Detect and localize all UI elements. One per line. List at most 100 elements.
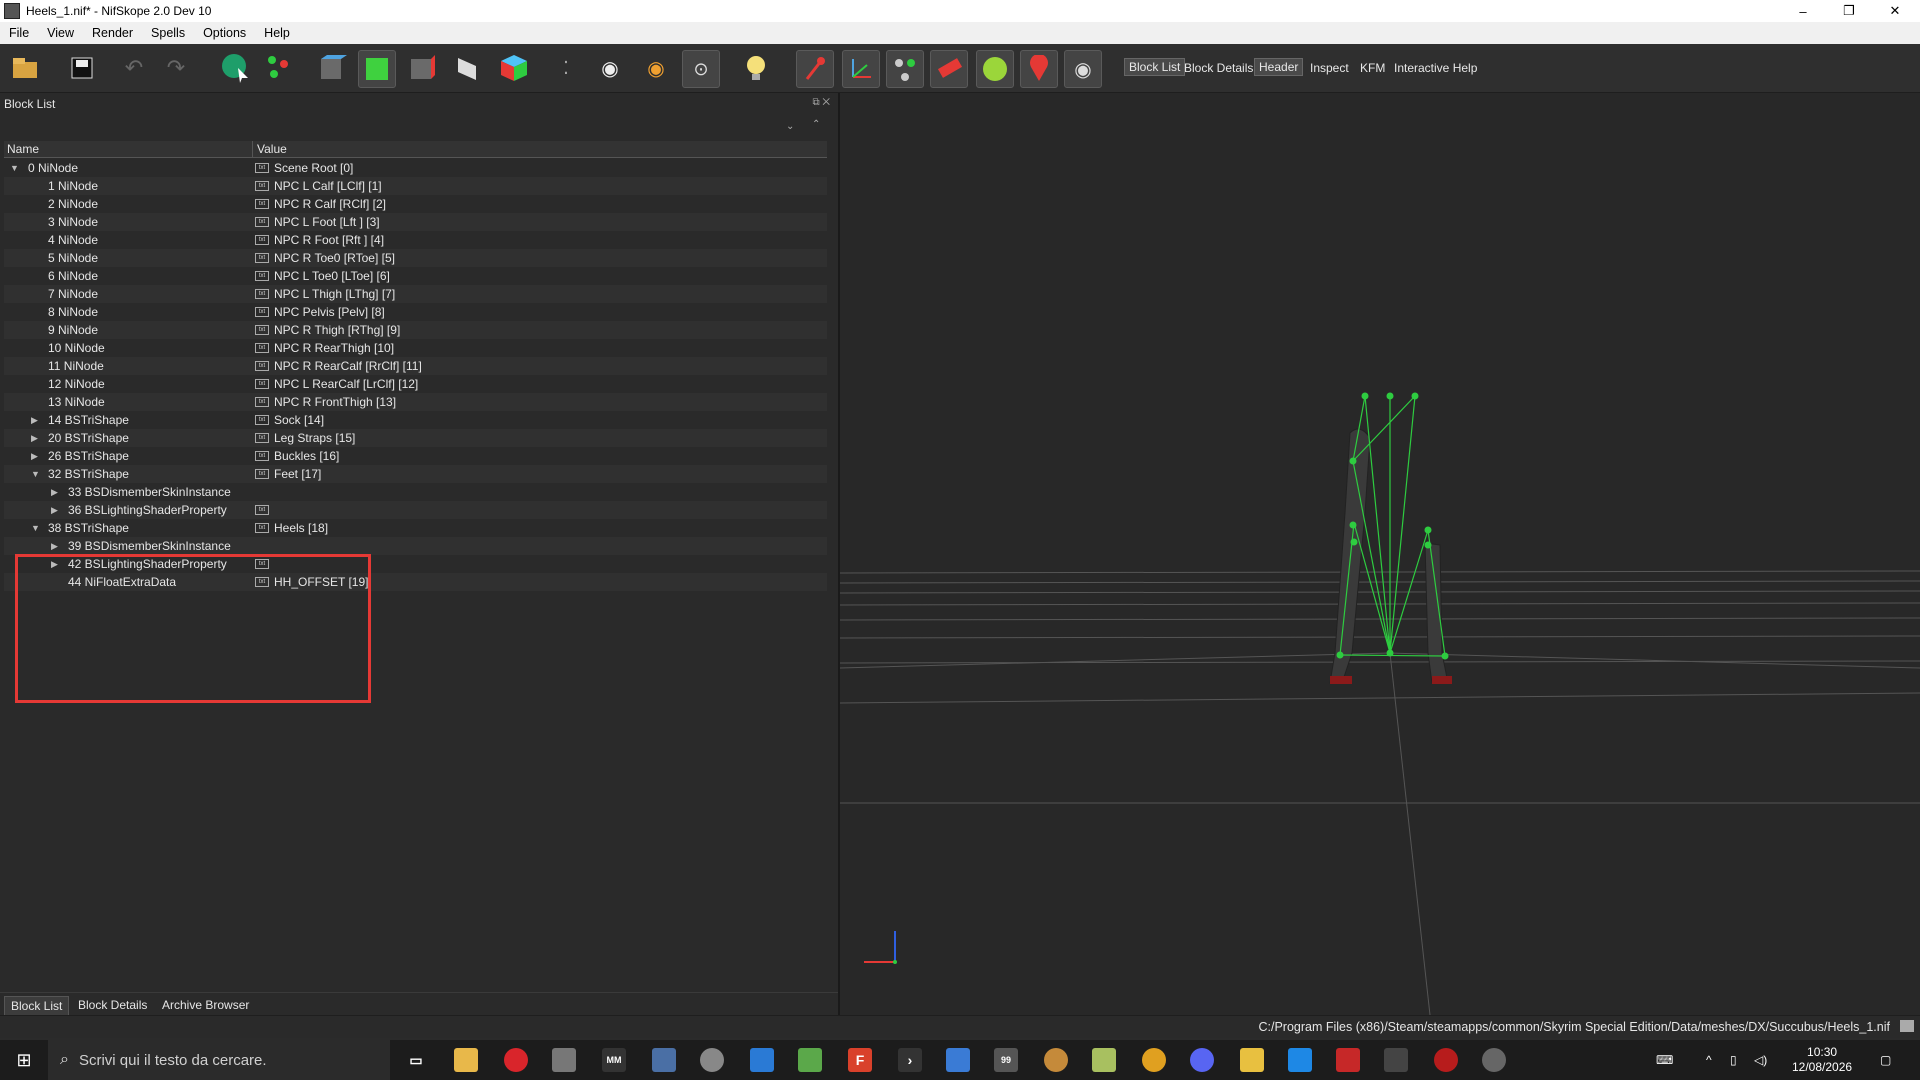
tree-row[interactable]: ▶ 39 BSDismemberSkinInstance	[4, 537, 827, 555]
select-vertex-icon[interactable]	[262, 50, 298, 86]
menu-spells[interactable]: Spells	[142, 26, 194, 40]
taskbar-search[interactable]: ⌕ Scrivi qui il testo da cercare.	[48, 1040, 390, 1080]
expander-icon[interactable]: ▶	[51, 537, 58, 555]
tree-row[interactable]: 1 NiNode txt NPC L Calf [LClf] [1]	[4, 177, 827, 195]
minimize-button[interactable]: –	[1780, 0, 1826, 22]
app-icon-99[interactable]: 99	[994, 1048, 1018, 1072]
app-icon-red[interactable]	[1336, 1048, 1360, 1072]
task-view-icon[interactable]: ▭	[404, 1048, 428, 1072]
expander-icon[interactable]: ▶	[31, 429, 38, 447]
view-side-icon[interactable]	[404, 50, 440, 86]
tree-row[interactable]: 7 NiNode txt NPC L Thigh [LThg] [7]	[4, 285, 827, 303]
app-icon-map[interactable]	[1092, 1048, 1116, 1072]
app-icon-mm[interactable]: MM	[602, 1048, 626, 1072]
undo-icon[interactable]: ↶	[116, 50, 152, 86]
screenshot-icon[interactable]: ⊙	[682, 50, 720, 88]
opera-icon[interactable]	[504, 1048, 528, 1072]
show-axes-icon[interactable]	[796, 50, 834, 88]
menu-file[interactable]: File	[0, 26, 38, 40]
tray-chevron-icon[interactable]: ^	[1706, 1040, 1712, 1080]
menu-render[interactable]: Render	[83, 26, 142, 40]
app-icon-gear[interactable]	[1482, 1048, 1506, 1072]
tree-row[interactable]: ▼ 38 BSTriShape txt Heels [18]	[4, 519, 827, 537]
lighting-icon[interactable]	[738, 50, 774, 86]
view-flip-icon[interactable]	[450, 50, 486, 86]
view-top-icon[interactable]	[314, 50, 350, 86]
expander-icon[interactable]: ▶	[51, 501, 58, 519]
show-hidden-icon[interactable]: ◉	[1064, 50, 1102, 88]
toolbar-tab-inspect[interactable]: Inspect	[1306, 60, 1353, 76]
app-icon-window[interactable]	[750, 1048, 774, 1072]
collapse-all-icon[interactable]: ⌄	[786, 121, 794, 132]
expander-icon[interactable]: ▼	[31, 465, 40, 483]
toolbar-tab-kfm[interactable]: KFM	[1356, 60, 1389, 76]
tree-row[interactable]: 4 NiNode txt NPC R Foot [Rft ] [4]	[4, 231, 827, 249]
notifications-icon[interactable]: ▢	[1880, 1040, 1891, 1080]
app-icon-f[interactable]: F	[848, 1048, 872, 1072]
render-viewport[interactable]	[840, 93, 1920, 1015]
tree-row[interactable]: 11 NiNode txt NPC R RearCalf [RrClf] [11]	[4, 357, 827, 375]
expander-icon[interactable]: ▶	[31, 447, 38, 465]
expander-icon[interactable]: ▶	[31, 411, 38, 429]
show-nodes-icon[interactable]	[886, 50, 924, 88]
close-button[interactable]: ✕	[1872, 0, 1918, 22]
expander-icon[interactable]: ▶	[51, 483, 58, 501]
column-name[interactable]: Name	[7, 142, 39, 156]
tree-row[interactable]: ▶ 33 BSDismemberSkinInstance	[4, 483, 827, 501]
clock[interactable]: 10:30 12/08/2026	[1792, 1040, 1852, 1080]
tree-row[interactable]: 5 NiNode txt NPC R Toe0 [RToe] [5]	[4, 249, 827, 267]
tree-row[interactable]: 3 NiNode txt NPC L Foot [Lft ] [3]	[4, 213, 827, 231]
tree-row[interactable]: ▶ 26 BSTriShape txt Buckles [16]	[4, 447, 827, 465]
hide-icon[interactable]: ◉	[638, 50, 674, 86]
tree-row[interactable]: 13 NiNode txt NPC R FrontThigh [13]	[4, 393, 827, 411]
toolbar-tab-block-details[interactable]: Block Details	[1180, 60, 1257, 76]
save-icon[interactable]	[64, 50, 100, 86]
show-markers-icon[interactable]	[1020, 50, 1058, 88]
tree-row[interactable]: ▶ 14 BSTriShape txt Sock [14]	[4, 411, 827, 429]
show-icon[interactable]: ◉	[592, 50, 628, 86]
tree-row[interactable]: ▼ 32 BSTriShape txt Feet [17]	[4, 465, 827, 483]
select-object-icon[interactable]	[218, 50, 254, 86]
tab-block-list[interactable]: Block List	[4, 996, 70, 1016]
app-icon-arrow[interactable]: ›	[898, 1048, 922, 1072]
tab-archive-browser[interactable]: Archive Browser	[156, 996, 255, 1014]
app-icon-ps[interactable]	[1288, 1048, 1312, 1072]
panel-float-close-icons[interactable]: ⧉ ✕	[812, 97, 830, 108]
expand-all-icon[interactable]: ⌃	[812, 119, 820, 130]
tree-row[interactable]: ▶ 20 BSTriShape txt Leg Straps [15]	[4, 429, 827, 447]
open-icon[interactable]	[8, 50, 44, 86]
app-icon-pen[interactable]	[652, 1048, 676, 1072]
network-icon[interactable]: ▯	[1730, 1040, 1737, 1080]
nifskope-icon[interactable]	[552, 1048, 576, 1072]
app-icon-grid[interactable]	[1384, 1048, 1408, 1072]
volume-icon[interactable]: ◁)	[1754, 1040, 1767, 1080]
chrome-icon[interactable]	[1142, 1048, 1166, 1072]
toolbar-tab-header[interactable]: Header	[1254, 58, 1304, 76]
expander-icon[interactable]: ▼	[31, 519, 40, 537]
walk-mode-icon[interactable]: ⁚	[548, 50, 584, 86]
tree-row[interactable]: 6 NiNode txt NPC L Toe0 [LToe] [6]	[4, 267, 827, 285]
app-icon-horse[interactable]	[1044, 1048, 1068, 1072]
keyboard-icon[interactable]: ⌨	[1656, 1040, 1673, 1080]
tree-row[interactable]: 8 NiNode txt NPC Pelvis [Pelv] [8]	[4, 303, 827, 321]
redo-icon[interactable]: ↷	[158, 50, 194, 86]
folder-icon[interactable]	[1240, 1048, 1264, 1072]
maximize-button[interactable]: ❐	[1826, 0, 1872, 22]
menu-view[interactable]: View	[38, 26, 83, 40]
tree-row[interactable]: ▼ 0 NiNode txt Scene Root [0]	[4, 159, 827, 177]
app-icon-circle[interactable]	[1434, 1048, 1458, 1072]
notepad-icon[interactable]	[798, 1048, 822, 1072]
file-explorer-icon[interactable]	[454, 1048, 478, 1072]
app-icon-blender[interactable]	[700, 1048, 724, 1072]
tree-row[interactable]: ▶ 36 BSLightingShaderProperty txt	[4, 501, 827, 519]
view-perspective-icon[interactable]	[496, 50, 532, 86]
tree-row[interactable]: 2 NiNode txt NPC R Calf [RClf] [2]	[4, 195, 827, 213]
discord-icon[interactable]	[1190, 1048, 1214, 1072]
resize-grip-icon[interactable]	[1900, 1020, 1914, 1032]
expander-icon[interactable]: ▼	[10, 159, 19, 177]
view-front-icon[interactable]	[358, 50, 396, 88]
windows-start-icon[interactable]: ⊞	[12, 1048, 36, 1072]
show-skeleton-axes-icon[interactable]	[842, 50, 880, 88]
show-constraints-icon[interactable]	[976, 50, 1014, 88]
tree-row[interactable]: 10 NiNode txt NPC R RearThigh [10]	[4, 339, 827, 357]
